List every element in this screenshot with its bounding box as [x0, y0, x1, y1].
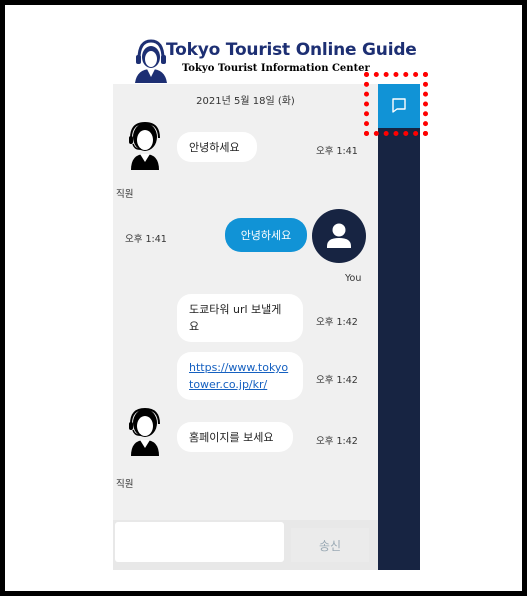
message-bubble: https://www.tokyotower.co.jp/kr/	[177, 352, 303, 400]
message-bubble: 도쿄타워 url 보낼게요	[177, 294, 303, 342]
message-time: 오후 1:42	[316, 436, 358, 447]
message-time: 오후 1:41	[125, 234, 167, 245]
message-input[interactable]	[115, 522, 284, 562]
app-subtitle: Tokyo Tourist Information Center	[182, 63, 370, 74]
app-title: Tokyo Tourist Online Guide	[166, 40, 417, 60]
person-icon	[327, 223, 351, 248]
highlight-box	[364, 72, 428, 136]
send-button[interactable]: 송신	[291, 528, 369, 562]
user-avatar	[312, 209, 366, 263]
sender-label: 직원	[116, 479, 134, 490]
message-bubble: 홈페이지를 보세요	[177, 422, 293, 452]
input-bar: 송신	[113, 520, 378, 570]
message-bubble: 안녕하세요	[177, 132, 257, 162]
message-link[interactable]: https://www.tokyotower.co.jp/kr/	[189, 359, 291, 393]
message-time: 오후 1:42	[316, 375, 358, 386]
message-list[interactable]: 2021년 5월 18일 (화) 안녕하세요 오후 1:41 직원 오후 1:4…	[113, 84, 378, 520]
staff-avatar-icon	[129, 407, 160, 456]
message-bubble-mine: 안녕하세요	[225, 218, 307, 252]
message-time: 오후 1:42	[316, 317, 358, 328]
staff-avatar-icon	[129, 121, 160, 170]
sender-label: You	[345, 273, 362, 284]
date-separator: 2021년 5월 18일 (화)	[196, 96, 295, 107]
operator-logo-icon	[135, 39, 167, 83]
side-panel	[378, 84, 420, 570]
sender-label: 직원	[116, 189, 134, 200]
message-time: 오후 1:41	[316, 146, 358, 157]
